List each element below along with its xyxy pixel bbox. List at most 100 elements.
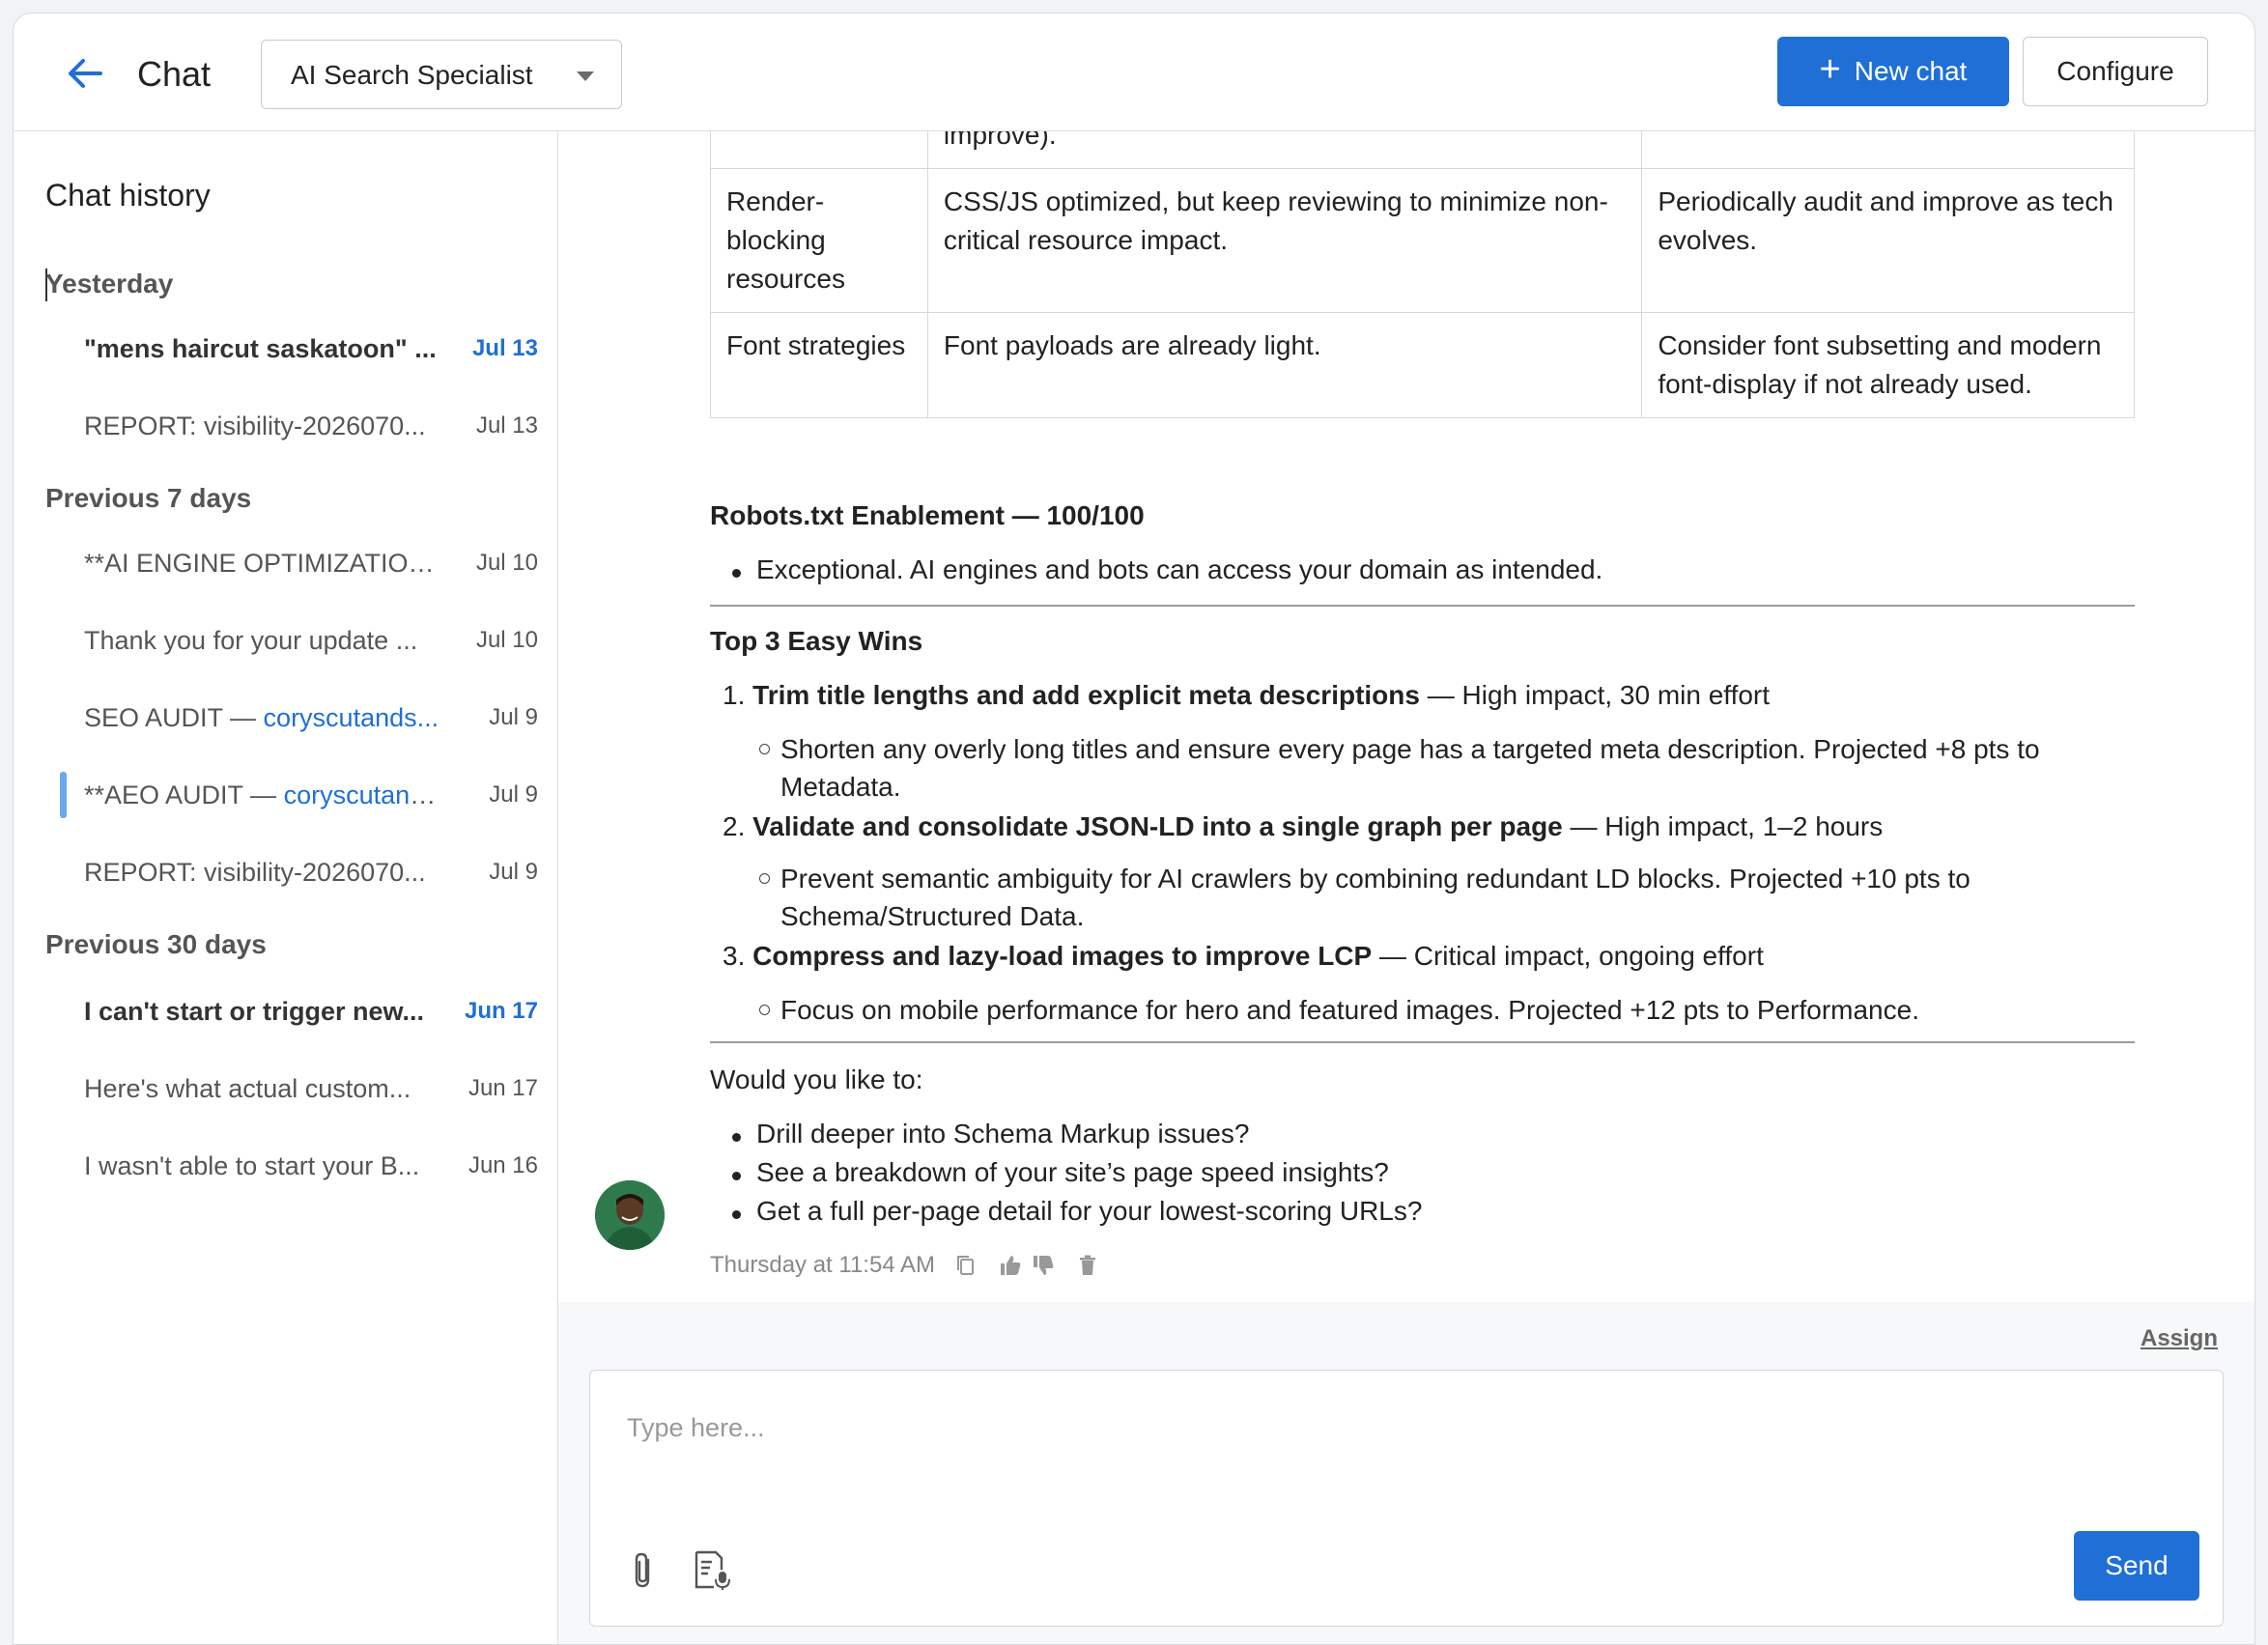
table-cell — [710, 131, 928, 169]
history-item-title: I can't start or trigger new... — [84, 996, 424, 1026]
history-item[interactable]: REPORT: visibility-2026070... Jul 9 — [84, 848, 538, 896]
history-item[interactable]: I wasn't able to start your B... Jun 16 — [84, 1142, 538, 1190]
history-item-title: "mens haircut saskatoon" ... — [84, 333, 437, 363]
history-item-title: Here's what actual custom... — [84, 1073, 411, 1103]
performance-table: improve). Render-blocking resources CSS/… — [710, 131, 2135, 418]
history-item-title: **AEO AUDIT — coryscutand... — [84, 780, 445, 810]
history-item-date: Jul 10 — [475, 627, 538, 653]
history-item-date: Jun 17 — [464, 998, 538, 1024]
bullet-text: Exceptional. AI engines and bots can acc… — [756, 554, 1603, 584]
win-number: 1. — [723, 680, 746, 710]
message-timestamp: Thursday at 11:54 AM — [710, 1252, 936, 1278]
voice-note-icon[interactable] — [693, 1548, 731, 1591]
history-item[interactable]: Thank you for your update ... Jul 10 — [84, 616, 538, 665]
message-meta: Thursday at 11:54 AM — [710, 1252, 1101, 1279]
group-previous-7-days: Previous 7 days — [45, 483, 252, 513]
thumbs-down-icon[interactable] — [1030, 1252, 1057, 1279]
win-detail: — High impact, 1–2 hours — [1562, 811, 1884, 841]
option-item: See a breakdown of your site’s page spee… — [732, 1157, 1389, 1188]
table-cell: CSS/JS optimized, but keep reviewing to … — [926, 168, 1643, 313]
history-item-title: **AI ENGINE OPTIMIZATION... — [84, 548, 445, 578]
option-text: See a breakdown of your site’s page spee… — [756, 1157, 1389, 1187]
option-item: Drill deeper into Schema Markup issues? — [732, 1119, 1249, 1149]
history-item-active[interactable]: **AEO AUDIT — coryscutand... Jul 9 — [84, 771, 538, 819]
history-item-title: SEO AUDIT — coryscutands... — [84, 703, 445, 733]
table-row: Render-blocking resources CSS/JS optimiz… — [710, 168, 2135, 313]
win-title: Trim title lengths and add explicit meta… — [752, 680, 1420, 710]
table-cell: Consider font subsetting and modern font… — [1641, 312, 2135, 418]
history-item-title: REPORT: visibility-2026070... — [84, 857, 426, 887]
table-row: Font strategies Font payloads are alread… — [710, 312, 2135, 418]
win-title: Compress and lazy-load images to improve… — [752, 941, 1373, 971]
history-item-date: Jul 9 — [489, 859, 538, 885]
group-previous-30-days: Previous 30 days — [45, 929, 267, 959]
divider — [710, 605, 2135, 607]
history-item-date: Jul 9 — [489, 704, 538, 730]
win-subitem: Shorten any overly long titles and ensur… — [759, 730, 2142, 806]
history-item[interactable]: **AI ENGINE OPTIMIZATION... Jul 10 — [84, 539, 538, 587]
history-item[interactable]: SEO AUDIT — coryscutands... Jul 9 — [84, 694, 538, 742]
win-detail: — Critical impact, ongoing effort — [1372, 941, 1764, 971]
history-item[interactable]: I can't start or trigger new... Jun 17 — [84, 987, 538, 1035]
agent-select[interactable]: AI Search Specialist — [261, 40, 622, 109]
page-title: Chat — [137, 54, 212, 94]
table-cell: Font payloads are already light. — [926, 312, 1643, 418]
history-item-date: Jun 17 — [468, 1075, 538, 1101]
option-item: Get a full per-page detail for your lowe… — [732, 1196, 1422, 1227]
table-cell: Periodically audit and improve as tech e… — [1641, 168, 2135, 313]
thumbs-up-icon[interactable] — [997, 1252, 1024, 1279]
history-item-date: Jun 16 — [468, 1152, 538, 1178]
history-item-link[interactable]: coryscutands... — [264, 703, 439, 732]
agent-select-value: AI Search Specialist — [291, 60, 533, 90]
send-button[interactable]: Send — [2074, 1531, 2199, 1601]
history-item-prefix: SEO AUDIT — — [84, 702, 264, 732]
win-number: 2. — [723, 811, 746, 841]
copy-icon[interactable] — [952, 1252, 979, 1279]
active-item-indicator — [60, 772, 67, 818]
divider — [710, 1041, 2135, 1043]
chat-main: improve). Render-blocking resources CSS/… — [558, 131, 2254, 1644]
trash-icon[interactable] — [1074, 1252, 1101, 1279]
history-item-date: Jul 10 — [475, 550, 538, 576]
history-item-title: Thank you for your update ... — [84, 625, 418, 655]
history-item[interactable]: REPORT: visibility-2026070... Jul 13 — [84, 402, 538, 450]
table-cell-text: improve). — [943, 131, 1057, 150]
avatar-portrait-icon — [595, 1180, 665, 1250]
top-bar: Chat AI Search Specialist + New chat Con… — [14, 14, 2254, 131]
assign-link[interactable]: Assign — [2140, 1325, 2218, 1352]
message-scroll-area[interactable]: improve). Render-blocking resources CSS/… — [558, 131, 2254, 1290]
win-detail: — High impact, 30 min effort — [1419, 680, 1771, 710]
table-cell: Render-blocking resources — [710, 168, 928, 313]
win-number: 3. — [723, 941, 746, 971]
paperclip-icon[interactable] — [629, 1550, 660, 1591]
message-composer[interactable]: Type here... Send — [589, 1370, 2224, 1627]
composer-area: Assign Type here... Send — [558, 1302, 2254, 1644]
caret-down-icon — [577, 71, 594, 81]
sidebar-title: Chat history — [45, 178, 211, 213]
chat-history-sidebar: Chat history Yesterday "mens haircut sas… — [14, 131, 558, 1644]
plus-icon: + — [1819, 49, 1841, 90]
history-item-date: Jul 13 — [475, 412, 538, 439]
history-item[interactable]: "mens haircut saskatoon" ... Jul 13 — [84, 325, 538, 373]
new-chat-button[interactable]: + New chat — [1777, 37, 2009, 106]
easy-wins-heading: Top 3 Easy Wins — [710, 626, 923, 656]
table-cell — [1641, 131, 2135, 169]
back-arrow-icon[interactable] — [64, 52, 106, 95]
history-item-title: I wasn't able to start your B... — [84, 1150, 420, 1180]
configure-button[interactable]: Configure — [2023, 37, 2208, 106]
option-text: Drill deeper into Schema Markup issues? — [756, 1119, 1250, 1149]
win-subitem: Focus on mobile performance for hero and… — [759, 991, 2142, 1029]
table-cell: Font strategies — [710, 312, 928, 418]
win-item: 3. Compress and lazy-load images to impr… — [723, 941, 1764, 972]
win-item: 2. Validate and consolidate JSON-LD into… — [723, 811, 1883, 842]
message-input[interactable]: Type here... — [627, 1413, 765, 1443]
option-text: Get a full per-page detail for your lowe… — [756, 1196, 1423, 1226]
history-item-link[interactable]: coryscutand... — [284, 780, 445, 809]
assistant-avatar — [595, 1180, 665, 1250]
history-item-date: Jul 13 — [471, 335, 538, 361]
chat-app: Chat AI Search Specialist + New chat Con… — [13, 13, 2255, 1645]
history-item-prefix: **AEO AUDIT — — [84, 780, 284, 809]
history-item[interactable]: Here's what actual custom... Jun 17 — [84, 1064, 538, 1113]
win-title: Validate and consolidate JSON-LD into a … — [752, 811, 1563, 841]
new-chat-label: New chat — [1854, 56, 1968, 86]
